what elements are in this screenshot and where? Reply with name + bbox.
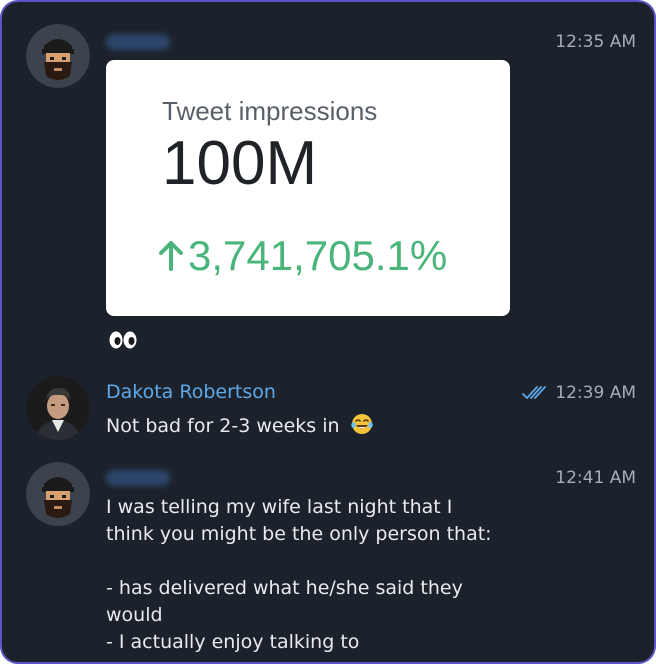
chat-window: 12:35 AM Tweet impressions 100M 3,741,70…: [0, 0, 656, 664]
double-check-icon: [521, 384, 549, 402]
message-3: 12:41 AM I was telling my wife last nigh…: [2, 456, 654, 662]
tweet-impressions-card[interactable]: Tweet impressions 100M 3,741,705.1%: [106, 60, 510, 316]
avatar[interactable]: [26, 24, 90, 88]
message-text[interactable]: I was telling my wife last night that I …: [106, 494, 554, 656]
laughing-tears-emoji-icon: [350, 412, 374, 436]
avatar[interactable]: [26, 376, 90, 440]
sender-name-redacted[interactable]: [106, 34, 170, 50]
message-line: I was telling my wife last night that I: [106, 496, 453, 518]
arrow-up-icon: [158, 241, 184, 271]
timestamp: 12:35 AM: [555, 32, 636, 52]
timestamp-text: 12:41 AM: [555, 468, 636, 488]
bearded-man-avatar-icon: [26, 462, 90, 526]
message-line: - I actually enjoy talking to: [106, 631, 360, 653]
message-line: would: [106, 604, 163, 626]
message-line: - has delivered what he/she said they: [106, 577, 463, 599]
message-text-content: Not bad for 2-3 weeks in: [106, 415, 340, 437]
eyes-emoji-icon: [108, 330, 138, 350]
timestamp: 12:41 AM: [555, 468, 636, 488]
message-line: think you might be the only person that:: [106, 523, 492, 545]
card-delta: 3,741,705.1%: [158, 232, 447, 280]
message-2: Dakota Robertson 12:39 AM Not bad for 2-…: [2, 372, 654, 456]
message-line: [106, 548, 554, 575]
timestamp-text: 12:39 AM: [555, 383, 636, 403]
card-value: 100M: [162, 129, 318, 198]
message-text[interactable]: Not bad for 2-3 weeks in: [106, 412, 544, 440]
sender-name-redacted[interactable]: [106, 470, 170, 486]
profile-photo-icon: [26, 376, 90, 440]
timestamp: 12:39 AM: [521, 383, 636, 403]
sender-name[interactable]: Dakota Robertson: [106, 381, 276, 403]
card-delta-text: 3,741,705.1%: [188, 232, 448, 279]
card-label: Tweet impressions: [162, 96, 378, 126]
avatar[interactable]: [26, 462, 90, 526]
bearded-man-avatar-icon: [26, 24, 90, 88]
message-1: 12:35 AM Tweet impressions 100M 3,741,70…: [2, 2, 654, 372]
timestamp-text: 12:35 AM: [555, 32, 636, 52]
